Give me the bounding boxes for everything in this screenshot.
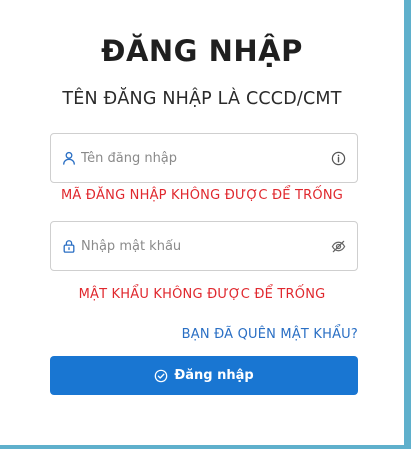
page-title: ĐĂNG NHẬP	[101, 34, 303, 68]
forgot-password-link[interactable]: BẠN ĐÃ QUÊN MẬT KHẨU?	[182, 327, 358, 342]
username-error: MÃ ĐĂNG NHẬP KHÔNG ĐƯỢC ĐỂ TRỐNG	[60, 188, 344, 203]
info-circle-icon[interactable]	[331, 151, 346, 166]
username-input[interactable]	[81, 146, 321, 170]
page-background: ĐĂNG NHẬP TÊN ĐĂNG NHẬP LÀ CCCD/CMT MÃ Đ…	[0, 0, 411, 449]
lock-icon	[63, 240, 75, 253]
password-error: MẬT KHẨU KHÔNG ĐƯỢC ĐỂ TRỐNG	[78, 287, 326, 302]
login-subtitle: TÊN ĐĂNG NHẬP LÀ CCCD/CMT	[62, 89, 342, 109]
login-button[interactable]: Đăng nhập	[50, 356, 358, 395]
eye-slash-icon[interactable]	[331, 239, 346, 254]
login-button-label: Đăng nhập	[174, 368, 254, 383]
check-circle-icon	[155, 369, 168, 382]
password-field[interactable]	[50, 221, 358, 271]
username-field[interactable]	[50, 133, 358, 183]
user-icon	[63, 151, 75, 165]
password-input[interactable]	[81, 234, 321, 258]
login-card: ĐĂNG NHẬP TÊN ĐĂNG NHẬP LÀ CCCD/CMT MÃ Đ…	[0, 0, 404, 445]
